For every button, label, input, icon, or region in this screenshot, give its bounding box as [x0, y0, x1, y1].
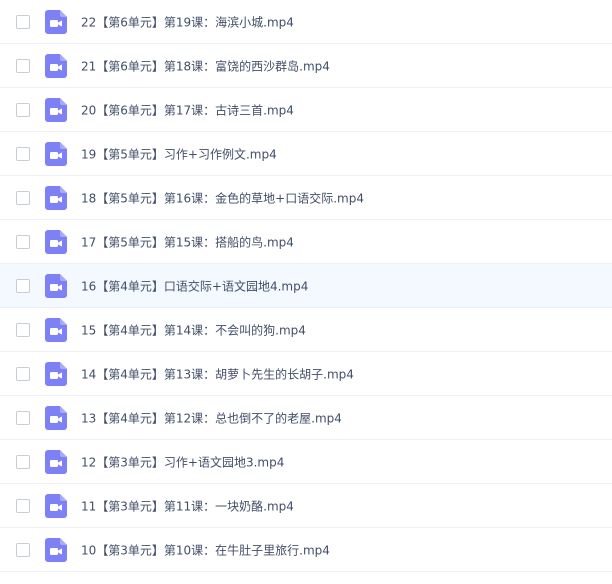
- file-name[interactable]: 17【第5单元】第15课：搭船的鸟.mp4: [81, 233, 294, 250]
- video-file-icon: [45, 53, 67, 78]
- file-name[interactable]: 19【第5单元】习作+习作例文.mp4: [81, 145, 277, 162]
- file-row[interactable]: 19【第5单元】习作+习作例文.mp4: [0, 132, 612, 176]
- video-file-icon: [45, 229, 67, 254]
- file-name[interactable]: 15【第4单元】第14课：不会叫的狗.mp4: [81, 321, 306, 338]
- row-checkbox[interactable]: [16, 102, 30, 117]
- video-file-icon: [45, 141, 67, 166]
- file-row[interactable]: 21【第6单元】第18课：富饶的西沙群岛.mp4: [0, 44, 612, 88]
- row-checkbox[interactable]: [16, 278, 30, 293]
- file-name[interactable]: 20【第6单元】第17课：古诗三首.mp4: [81, 101, 294, 118]
- file-name[interactable]: 10【第3单元】第10课：在牛肚子里旅行.mp4: [81, 541, 330, 558]
- video-file-icon: [45, 317, 67, 342]
- row-checkbox[interactable]: [16, 366, 30, 381]
- file-row[interactable]: 10【第3单元】第10课：在牛肚子里旅行.mp4: [0, 528, 612, 572]
- row-checkbox[interactable]: [16, 498, 30, 513]
- file-name[interactable]: 14【第4单元】第13课：胡萝卜先生的长胡子.mp4: [81, 365, 354, 382]
- video-file-icon: [45, 405, 67, 430]
- file-row[interactable]: 12【第3单元】习作+语文园地3.mp4: [0, 440, 612, 484]
- file-list: 22【第6单元】第19课：海滨小城.mp4 21【第6单元】第18课：富饶的西沙…: [0, 0, 612, 584]
- file-row[interactable]: 11【第3单元】第11课：一块奶酪.mp4: [0, 484, 612, 528]
- video-file-icon: [45, 493, 67, 518]
- file-name[interactable]: 21【第6单元】第18课：富饶的西沙群岛.mp4: [81, 57, 330, 74]
- video-file-icon: [45, 537, 67, 562]
- row-checkbox[interactable]: [16, 322, 30, 337]
- video-file-icon: [45, 273, 67, 298]
- row-checkbox[interactable]: [16, 58, 30, 73]
- file-row[interactable]: 16【第4单元】口语交际+语文园地4.mp4: [0, 264, 612, 308]
- file-name[interactable]: 11【第3单元】第11课：一块奶酪.mp4: [81, 497, 294, 514]
- row-checkbox[interactable]: [16, 234, 30, 249]
- file-row[interactable]: 20【第6单元】第17课：古诗三首.mp4: [0, 88, 612, 132]
- video-file-icon: [45, 185, 67, 210]
- row-checkbox[interactable]: [16, 542, 30, 557]
- row-checkbox[interactable]: [16, 410, 30, 425]
- file-name[interactable]: 12【第3单元】习作+语文园地3.mp4: [81, 453, 284, 470]
- video-file-icon: [45, 449, 67, 474]
- row-checkbox[interactable]: [16, 146, 30, 161]
- file-name[interactable]: 22【第6单元】第19课：海滨小城.mp4: [81, 13, 294, 30]
- video-file-icon: [45, 361, 67, 386]
- file-row[interactable]: 15【第4单元】第14课：不会叫的狗.mp4: [0, 308, 612, 352]
- row-checkbox[interactable]: [16, 14, 30, 29]
- file-row[interactable]: 22【第6单元】第19课：海滨小城.mp4: [0, 0, 612, 44]
- file-row[interactable]: 14【第4单元】第13课：胡萝卜先生的长胡子.mp4: [0, 352, 612, 396]
- video-file-icon: [45, 9, 67, 34]
- video-file-icon: [45, 97, 67, 122]
- row-checkbox[interactable]: [16, 190, 30, 205]
- file-row[interactable]: 17【第5单元】第15课：搭船的鸟.mp4: [0, 220, 612, 264]
- file-name[interactable]: 16【第4单元】口语交际+语文园地4.mp4: [81, 277, 308, 294]
- file-row[interactable]: 13【第4单元】第12课：总也倒不了的老屋.mp4: [0, 396, 612, 440]
- row-checkbox[interactable]: [16, 454, 30, 469]
- file-name[interactable]: 13【第4单元】第12课：总也倒不了的老屋.mp4: [81, 409, 342, 426]
- file-name[interactable]: 18【第5单元】第16课：金色的草地+口语交际.mp4: [81, 189, 364, 206]
- file-row[interactable]: 18【第5单元】第16课：金色的草地+口语交际.mp4: [0, 176, 612, 220]
